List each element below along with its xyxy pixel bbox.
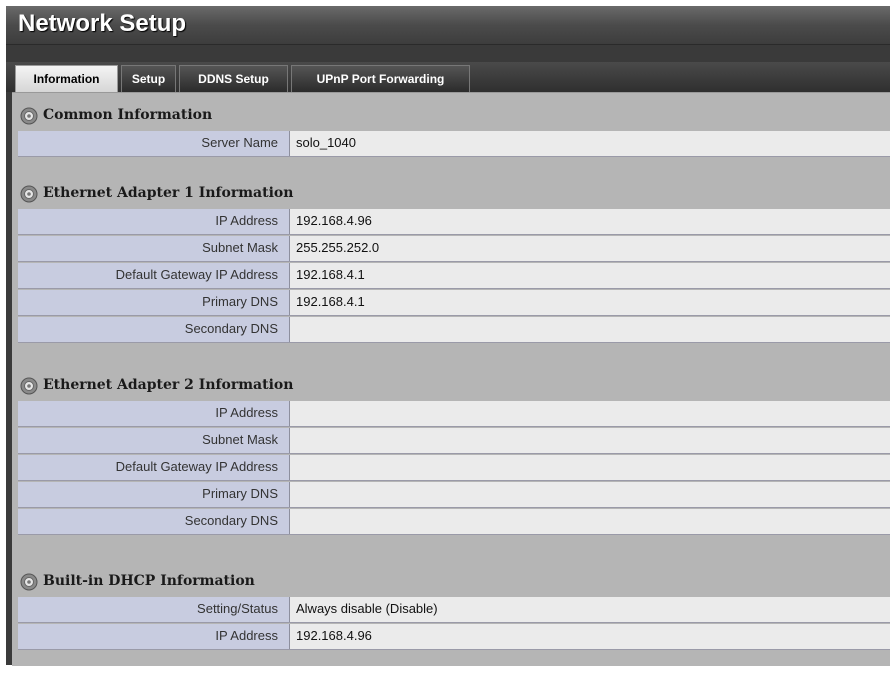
table-row: Server Name solo_1040	[18, 131, 890, 157]
table-row: Default Gateway IP Address	[18, 455, 890, 481]
gear-icon	[20, 573, 38, 591]
table-row: Primary DNS	[18, 482, 890, 508]
table-row: Default Gateway IP Address 192.168.4.1	[18, 263, 890, 289]
section-builtin-dhcp: Built-in DHCP Information	[12, 567, 890, 597]
field-label: Subnet Mask	[18, 236, 290, 261]
field-label: Subnet Mask	[18, 428, 290, 453]
table-row: Primary DNS 192.168.4.1	[18, 290, 890, 316]
field-value: solo_1040	[290, 131, 890, 156]
field-value	[290, 482, 890, 507]
gear-icon	[20, 377, 38, 395]
section-title: Common Information	[43, 107, 213, 123]
network-setup-window: Network Setup Information Setup DDNS Set…	[6, 6, 890, 666]
table-row: IP Address 192.168.4.96	[18, 209, 890, 235]
field-label: Primary DNS	[18, 482, 290, 507]
field-label: Secondary DNS	[18, 509, 290, 534]
tab-upnp-port-forwarding[interactable]: UPnP Port Forwarding	[291, 65, 470, 92]
field-value	[290, 428, 890, 453]
table-row: Secondary DNS	[18, 509, 890, 535]
field-label: IP Address	[18, 209, 290, 234]
table-row: Subnet Mask	[18, 428, 890, 454]
field-value: Always disable (Disable)	[290, 597, 890, 622]
field-label: Default Gateway IP Address	[18, 455, 290, 480]
table-row: Subnet Mask 255.255.252.0	[18, 236, 890, 262]
field-label: IP Address	[18, 624, 290, 649]
field-label: Primary DNS	[18, 290, 290, 315]
field-value	[290, 401, 890, 426]
table-row: Setting/Status Always disable (Disable)	[18, 597, 890, 623]
table-row: Secondary DNS	[18, 317, 890, 343]
field-label: Secondary DNS	[18, 317, 290, 342]
field-value	[290, 509, 890, 534]
field-label: Default Gateway IP Address	[18, 263, 290, 288]
section-ethernet-adapter-1: Ethernet Adapter 1 Information	[12, 179, 890, 209]
page-title: Network Setup	[18, 10, 187, 37]
field-label: IP Address	[18, 401, 290, 426]
gear-icon	[20, 107, 38, 125]
field-label: Server Name	[18, 131, 290, 156]
field-label: Setting/Status	[18, 597, 290, 622]
section-ethernet-adapter-2: Ethernet Adapter 2 Information	[12, 371, 890, 401]
section-title: Ethernet Adapter 2 Information	[43, 377, 294, 393]
section-common-information: Common Information	[12, 101, 890, 131]
field-value	[290, 455, 890, 480]
table-row: IP Address	[18, 401, 890, 427]
section-title: Built-in DHCP Information	[43, 573, 255, 589]
title-bar: Network Setup	[6, 6, 890, 45]
gear-icon	[20, 185, 38, 203]
tab-setup[interactable]: Setup	[121, 65, 176, 92]
field-value: 192.168.4.1	[290, 290, 890, 315]
field-value	[290, 317, 890, 342]
information-panel: Common Information Server Name solo_1040…	[12, 92, 890, 666]
field-value: 192.168.4.1	[290, 263, 890, 288]
field-value: 255.255.252.0	[290, 236, 890, 261]
tab-bar: Information Setup DDNS Setup UPnP Port F…	[6, 62, 890, 92]
tab-information[interactable]: Information	[15, 65, 118, 92]
section-title: Ethernet Adapter 1 Information	[43, 185, 294, 201]
field-value: 192.168.4.96	[290, 209, 890, 234]
field-value: 192.168.4.96	[290, 624, 890, 649]
tab-ddns-setup[interactable]: DDNS Setup	[179, 65, 288, 92]
table-row: IP Address 192.168.4.96	[18, 624, 890, 650]
